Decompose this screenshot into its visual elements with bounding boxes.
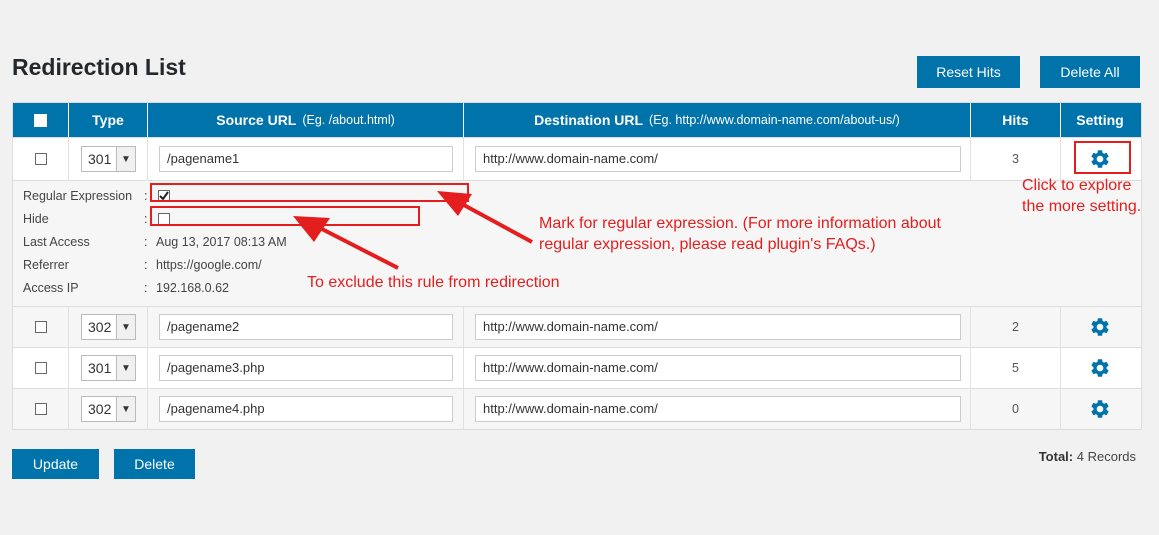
setting-cell: [1061, 348, 1139, 388]
source-url-header[interactable]: Source URL (Eg. /about.html): [148, 103, 464, 137]
source-url-header-label: Source URL: [216, 112, 297, 128]
type-select-value: 302: [88, 401, 112, 417]
regex-annotation: Mark for regular expression. (For more i…: [539, 213, 941, 255]
type-cell: 302 ▼: [69, 389, 148, 429]
regex-annotation-line1: Mark for regular expression. (For more i…: [539, 215, 941, 232]
source-url-input[interactable]: /pagename2: [159, 314, 453, 340]
source-url-cell: /pagename2: [148, 307, 464, 347]
type-select[interactable]: 302 ▼: [81, 396, 136, 422]
update-button[interactable]: Update: [12, 449, 99, 479]
total-value: 4 Records: [1076, 449, 1136, 464]
setting-cell: [1061, 389, 1139, 429]
row-checkbox[interactable]: [34, 153, 47, 165]
hide-annotation: To exclude this rule from redirection: [307, 274, 560, 291]
source-url-input[interactable]: /pagename4.php: [159, 396, 453, 422]
last-access-value: Aug 13, 2017 08:13 AM: [156, 235, 287, 249]
last-access-label: Last Access: [23, 235, 90, 249]
source-url-cell: /pagename3.php: [148, 348, 464, 388]
setting-annotation-line1: Click to explore: [1022, 177, 1132, 194]
page-title: Redirection List: [12, 54, 186, 80]
last-access-separator: :: [144, 235, 148, 249]
table-row: 302 ▼ /pagename2 http://www.domain-name.…: [13, 306, 1141, 347]
destination-url-cell: http://www.domain-name.com/: [464, 348, 971, 388]
row-checkbox[interactable]: [34, 321, 47, 333]
type-select-value: 302: [88, 319, 112, 335]
gear-icon[interactable]: [1089, 316, 1111, 338]
type-select-value: 301: [88, 360, 112, 376]
destination-url-input[interactable]: http://www.domain-name.com/: [475, 355, 961, 381]
source-url-input[interactable]: /pagename3.php: [159, 355, 453, 381]
delete-button[interactable]: Delete: [114, 449, 195, 479]
destination-url-cell: http://www.domain-name.com/: [464, 307, 971, 347]
regex-label: Regular Expression: [23, 189, 133, 203]
destination-url-input[interactable]: http://www.domain-name.com/: [475, 146, 961, 172]
chevron-down-icon: ▼: [116, 397, 135, 421]
access-ip-value: 192.168.0.62: [156, 281, 229, 295]
type-select-value: 301: [88, 151, 112, 167]
source-url-cell: /pagename4.php: [148, 389, 464, 429]
type-cell: 301 ▼: [69, 138, 148, 180]
destination-url-input[interactable]: http://www.domain-name.com/: [475, 396, 961, 422]
hits-value: 3: [971, 138, 1061, 180]
type-select[interactable]: 301 ▼: [81, 146, 136, 172]
select-all-checkbox[interactable]: [34, 113, 47, 127]
type-header[interactable]: Type: [69, 103, 148, 137]
source-url-cell: /pagename1: [148, 138, 464, 180]
referrer-label: Referrer: [23, 258, 69, 272]
row-select-cell: [13, 307, 69, 347]
hide-separator: :: [144, 212, 148, 226]
chevron-down-icon: ▼: [116, 315, 135, 339]
type-cell: 301 ▼: [69, 348, 148, 388]
hits-value: 2: [971, 307, 1061, 347]
table-row: 301 ▼ /pagename3.php http://www.domain-n…: [13, 347, 1141, 388]
redirection-table: Type Source URL (Eg. /about.html) Destin…: [12, 102, 1142, 430]
gear-icon[interactable]: [1089, 398, 1111, 420]
row-select-cell: [13, 389, 69, 429]
table-row: 301 ▼ /pagename1 http://www.domain-name.…: [13, 137, 1141, 180]
destination-url-cell: http://www.domain-name.com/: [464, 138, 971, 180]
delete-all-button[interactable]: Delete All: [1040, 56, 1140, 88]
total-records: Total: 4 Records: [1039, 449, 1136, 464]
chevron-down-icon: ▼: [116, 147, 135, 171]
access-ip-separator: :: [144, 281, 148, 295]
hide-highlight-box: [150, 206, 420, 226]
setting-highlight-box: [1074, 141, 1131, 174]
row-checkbox[interactable]: [34, 403, 47, 415]
row-select-cell: [13, 348, 69, 388]
setting-annotation: Click to explore the more setting.: [1022, 175, 1141, 217]
referrer-separator: :: [144, 258, 148, 272]
setting-header: Setting: [1076, 112, 1124, 128]
row-select-cell: [13, 138, 69, 180]
gear-icon[interactable]: [1089, 357, 1111, 379]
hits-value: 0: [971, 389, 1061, 429]
reset-hits-button[interactable]: Reset Hits: [917, 56, 1020, 88]
setting-cell: [1061, 307, 1139, 347]
source-url-input[interactable]: /pagename1: [159, 146, 453, 172]
destination-url-header-hint: (Eg. http://www.domain-name.com/about-us…: [649, 113, 900, 127]
hits-header[interactable]: Hits: [971, 103, 1061, 137]
destination-url-input[interactable]: http://www.domain-name.com/: [475, 314, 961, 340]
total-label: Total:: [1038, 449, 1074, 464]
type-cell: 302 ▼: [69, 307, 148, 347]
type-select[interactable]: 301 ▼: [81, 355, 136, 381]
destination-url-cell: http://www.domain-name.com/: [464, 389, 971, 429]
select-all-cell: [13, 103, 69, 137]
setting-annotation-line2: the more setting.: [1022, 198, 1142, 215]
destination-url-header[interactable]: Destination URL (Eg. http://www.domain-n…: [464, 103, 971, 137]
type-select[interactable]: 302 ▼: [81, 314, 136, 340]
hits-value: 5: [971, 348, 1061, 388]
source-url-header-hint: (Eg. /about.html): [302, 113, 395, 127]
chevron-down-icon: ▼: [116, 356, 135, 380]
table-header: Type Source URL (Eg. /about.html) Destin…: [13, 103, 1141, 137]
table-row: 302 ▼ /pagename4.php http://www.domain-n…: [13, 388, 1141, 429]
regex-separator: :: [144, 189, 148, 203]
regex-highlight-box: [150, 183, 469, 202]
access-ip-label: Access IP: [23, 281, 79, 295]
destination-url-header-label: Destination URL: [534, 112, 644, 128]
regex-annotation-line2: regular expression, please read plugin's…: [539, 236, 876, 253]
referrer-value: https://google.com/: [156, 258, 262, 272]
hide-label: Hide: [23, 212, 49, 226]
row-checkbox[interactable]: [34, 362, 47, 374]
